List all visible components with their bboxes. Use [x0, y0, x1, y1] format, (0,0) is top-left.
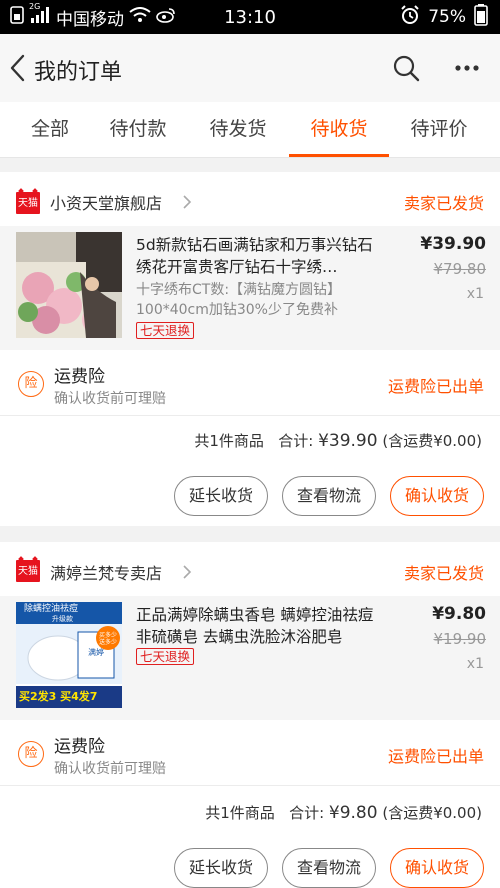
order-item[interactable]: 除螨控油祛痘 升级款 买多少送多少 满婷 买2发3 买4发7 正品满婷除螨虫香皂…	[0, 596, 500, 720]
original-price: ¥79.80	[433, 260, 487, 278]
thumbnail-upgrade-text: 升级款	[52, 615, 73, 623]
thumbnail-top-text: 除螨控油祛痘	[24, 604, 79, 614]
tab-all[interactable]: 全部	[0, 102, 100, 158]
thumbnail-promo-badge: 买多少送多少	[98, 632, 117, 646]
page-title: 我的订单	[34, 60, 123, 85]
extend-receipt-button[interactable]: 延长收货	[174, 848, 268, 888]
insurance-icon: 险	[18, 371, 44, 397]
shop-header[interactable]: 天猫 满婷兰梵专卖店 卖家已发货	[0, 542, 500, 596]
insurance-icon: 险	[18, 741, 44, 767]
tab-pending-payment[interactable]: 待付款	[88, 102, 188, 158]
insurance-status: 运费险已出单	[387, 747, 484, 766]
total-label: 合计:	[289, 804, 329, 822]
order-item[interactable]: 5d新款钻石画满钻家和万事兴钻石绣花开富贵客厅钻石十字绣… 十字绣布CT数:【满…	[0, 226, 500, 350]
shipping-insurance-row[interactable]: 险 运费险 确认收货前可理赔 运费险已出单	[0, 350, 500, 416]
order-card: 天猫 小资天堂旗舰店 卖家已发货 5d新款钻石画满钻家和万事兴钻石绣花开富贵客厅…	[0, 172, 500, 526]
quantity: x1	[466, 286, 484, 302]
chevron-right-icon	[182, 194, 192, 210]
chevron-right-icon	[182, 564, 192, 580]
item-count: 共1件商品	[194, 432, 264, 450]
insurance-title: 运费险	[54, 737, 105, 757]
tab-pending-receipt[interactable]: 待收货	[289, 102, 389, 158]
order-status: 卖家已发货	[403, 194, 484, 213]
extend-receipt-button[interactable]: 延长收货	[174, 476, 268, 516]
insurance-status: 运费险已出单	[387, 377, 484, 396]
battery-percent: 75%	[428, 7, 466, 27]
more-icon[interactable]	[454, 56, 480, 80]
search-icon[interactable]	[392, 54, 420, 82]
quantity: x1	[466, 656, 484, 672]
insurance-subtitle: 确认收货前可理赔	[54, 391, 166, 407]
original-price: ¥19.90	[433, 630, 487, 648]
shop-header[interactable]: 天猫 小资天堂旗舰店 卖家已发货	[0, 172, 500, 226]
shop-name[interactable]: 小资天堂旗舰店	[50, 190, 162, 214]
product-price: ¥39.90	[420, 234, 486, 254]
tab-pending-shipment[interactable]: 待发货	[188, 102, 288, 158]
back-icon[interactable]	[6, 50, 30, 86]
battery-icon	[474, 3, 488, 31]
product-price: ¥9.80	[432, 604, 486, 624]
view-logistics-button[interactable]: 查看物流	[282, 848, 376, 888]
thumbnail-bottom-text: 买2发3 买4发7	[19, 690, 98, 703]
order-total: ¥39.90	[318, 431, 378, 451]
shop-name[interactable]: 满婷兰梵专卖店	[50, 560, 162, 584]
nav-bar: 我的订单	[0, 34, 500, 102]
product-thumbnail	[16, 232, 122, 338]
product-title: 正品满婷除螨虫香皂 螨婷控油祛痘非硫磺皂 去螨虫洗脸沐浴肥皂	[136, 606, 374, 646]
product-thumbnail: 除螨控油祛痘 升级款 买多少送多少 满婷 买2发3 买4发7	[16, 602, 122, 708]
seven-day-return-badge: 七天退换	[136, 648, 195, 665]
order-card: 天猫 满婷兰梵专卖店 卖家已发货 除螨控油祛痘 升级款 买多少送多少 满婷 买2…	[0, 542, 500, 888]
shipping-insurance-row[interactable]: 险 运费险 确认收货前可理赔 运费险已出单	[0, 720, 500, 786]
thumbnail-brand-text: 满婷	[88, 648, 104, 657]
status-bar: 2G 中国移动 13:10 75%	[0, 0, 500, 34]
total-label: 合计:	[278, 432, 319, 450]
product-title: 5d新款钻石画满钻家和万事兴钻石绣花开富贵客厅钻石十字绣…	[136, 236, 373, 276]
order-summary: 共1件商品 合计: ¥9.80 (含运费¥0.00)	[205, 802, 482, 823]
alarm-icon	[400, 4, 420, 30]
item-count: 共1件商品	[205, 804, 275, 822]
insurance-subtitle: 确认收货前可理赔	[54, 761, 166, 777]
tmall-logo-icon: 天猫	[16, 192, 40, 214]
shipping-fee: (含运费¥0.00)	[382, 432, 482, 450]
shipping-fee: (含运费¥0.00)	[382, 804, 482, 822]
order-total: ¥9.80	[328, 803, 378, 823]
order-tabs: 全部 待付款 待发货 待收货 待评价	[0, 102, 500, 158]
active-tab-indicator	[289, 154, 389, 157]
view-logistics-button[interactable]: 查看物流	[282, 476, 376, 516]
tmall-logo-icon: 天猫	[16, 560, 40, 582]
order-status: 卖家已发货	[403, 564, 484, 583]
confirm-receipt-button[interactable]: 确认收货	[390, 848, 484, 888]
insurance-title: 运费险	[54, 367, 105, 387]
product-sku: 十字绣布CT数:【满钻魔方圆钻】100*40cm加钻30%少了免费补	[136, 282, 342, 318]
confirm-receipt-button[interactable]: 确认收货	[390, 476, 484, 516]
seven-day-return-badge: 七天退换	[136, 322, 195, 339]
order-summary: 共1件商品 合计: ¥39.90 (含运费¥0.00)	[194, 430, 482, 451]
tab-pending-review[interactable]: 待评价	[389, 102, 489, 158]
